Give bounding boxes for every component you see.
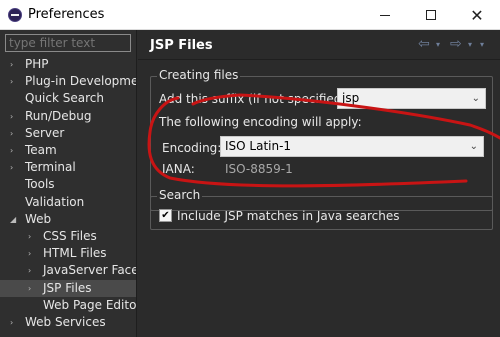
tree-item[interactable]: › Server (0, 125, 136, 142)
tree-item[interactable]: › JSP Files (0, 279, 136, 297)
tree-item-label: Team (25, 143, 57, 157)
checkmark-icon: ✔ (161, 210, 170, 221)
filter-input[interactable] (5, 34, 131, 52)
tree-item-label: JSP Files (43, 280, 92, 295)
collapsed-arrow-icon[interactable]: › (10, 314, 20, 331)
tree-item[interactable]: Validation (0, 194, 136, 211)
tree-item-label: Run/Debug (25, 108, 92, 123)
tree-item[interactable]: Tools (0, 176, 136, 193)
title-bar: Preferences ✕ (0, 0, 500, 30)
tree-item[interactable]: › CSS Files (0, 228, 136, 245)
minimize-icon (380, 14, 390, 16)
include-jsp-checkbox[interactable]: ✔ (159, 209, 172, 222)
chevron-down-icon: ⌄ (471, 93, 480, 104)
eclipse-app-icon (8, 8, 22, 22)
collapsed-arrow-icon[interactable]: › (28, 262, 38, 279)
collapsed-arrow-icon[interactable]: › (28, 280, 38, 297)
iana-value: ISO-8859-1 (225, 162, 293, 176)
tree-item[interactable]: › PHP (0, 56, 136, 73)
tree-item-label: PHP (25, 57, 49, 71)
tree-item[interactable]: Web Page Edito (0, 297, 136, 314)
expanded-arrow-icon[interactable]: ◢ (10, 211, 20, 228)
chevron-down-icon: ⌄ (469, 141, 478, 152)
suffix-value: jsp (342, 91, 360, 105)
tree-item[interactable]: › JavaServer Face (0, 262, 136, 279)
forward-dropdown-icon[interactable]: ▾ (468, 40, 472, 49)
tree-item-label: Plug-in Developme (25, 74, 136, 89)
encoding-note: The following encoding will apply: (159, 115, 362, 129)
creating-files-label: Creating files (157, 68, 241, 82)
collapsed-arrow-icon[interactable]: › (10, 125, 20, 142)
tree-item[interactable]: Quick Search (0, 90, 136, 107)
tree-item-label: Tools (25, 177, 55, 192)
include-jsp-label: Include JSP matches in Java searches (177, 209, 400, 223)
tree-item[interactable]: › HTML Files (0, 245, 136, 262)
tree-item-label: JavaServer Face (43, 263, 136, 278)
close-icon: ✕ (470, 5, 484, 25)
tree-item-label: Server (25, 125, 65, 140)
collapsed-arrow-icon[interactable]: › (10, 108, 20, 125)
tree-item-label: Web Page Edito (43, 297, 136, 312)
back-arrow-icon[interactable]: ⇦ (418, 36, 430, 52)
maximize-button[interactable] (408, 0, 454, 30)
window-title: Preferences (28, 7, 105, 22)
tree-item[interactable]: ◢ Web (0, 211, 136, 228)
close-button[interactable]: ✕ (454, 0, 500, 30)
search-group-label: Search (157, 188, 203, 202)
tree-item-label: Web Services (25, 315, 106, 329)
preference-page: JSP Files ⇦ ▾ ⇨ ▾ ▾ Creating files Add t… (138, 30, 500, 337)
page-header: JSP Files ⇦ ▾ ⇨ ▾ ▾ (138, 30, 500, 60)
encoding-value: ISO Latin-1 (225, 139, 292, 153)
tree-item-label: Quick Search (25, 91, 104, 106)
tree-item-label: CSS Files (43, 229, 97, 243)
forward-arrow-icon[interactable]: ⇨ (450, 36, 462, 52)
maximize-icon (426, 10, 436, 20)
tree-item[interactable]: › Run/Debug (0, 108, 136, 125)
tree-item-label: HTML Files (43, 246, 107, 261)
search-group: Search ✔ Include JSP matches in Java sea… (150, 188, 493, 230)
collapsed-arrow-icon[interactable]: › (10, 56, 20, 73)
collapsed-arrow-icon[interactable]: › (10, 159, 20, 176)
view-menu-icon[interactable]: ▾ (480, 40, 484, 49)
back-dropdown-icon[interactable]: ▾ (436, 40, 440, 49)
collapsed-arrow-icon[interactable]: › (28, 228, 38, 245)
preferences-tree-panel: › PHP › Plug-in Developme Quick Search › Run/D… (0, 30, 137, 337)
collapsed-arrow-icon[interactable]: › (10, 142, 20, 159)
collapsed-arrow-icon[interactable]: › (10, 73, 20, 90)
encoding-combo[interactable]: ISO Latin-1 ⌄ (220, 136, 484, 157)
tree-item-label: Validation (25, 194, 85, 209)
collapsed-arrow-icon[interactable]: › (28, 245, 38, 262)
encoding-label: Encoding: (162, 141, 222, 155)
tree-item-label: Terminal (25, 160, 76, 175)
tree-item[interactable]: › Plug-in Developme (0, 73, 136, 90)
suffix-combo[interactable]: jsp ⌄ (337, 88, 486, 109)
tree-item[interactable]: › Team (0, 142, 136, 159)
tree-item[interactable]: › Terminal (0, 159, 136, 176)
suffix-label: Add this suffix (if not specified): (159, 92, 351, 106)
page-title: JSP Files (150, 38, 213, 53)
iana-label: IANA: (162, 162, 195, 176)
minimize-button[interactable] (362, 0, 408, 30)
tree-item[interactable]: › Web Services (0, 314, 136, 331)
tree-item-label: Web (25, 211, 52, 226)
